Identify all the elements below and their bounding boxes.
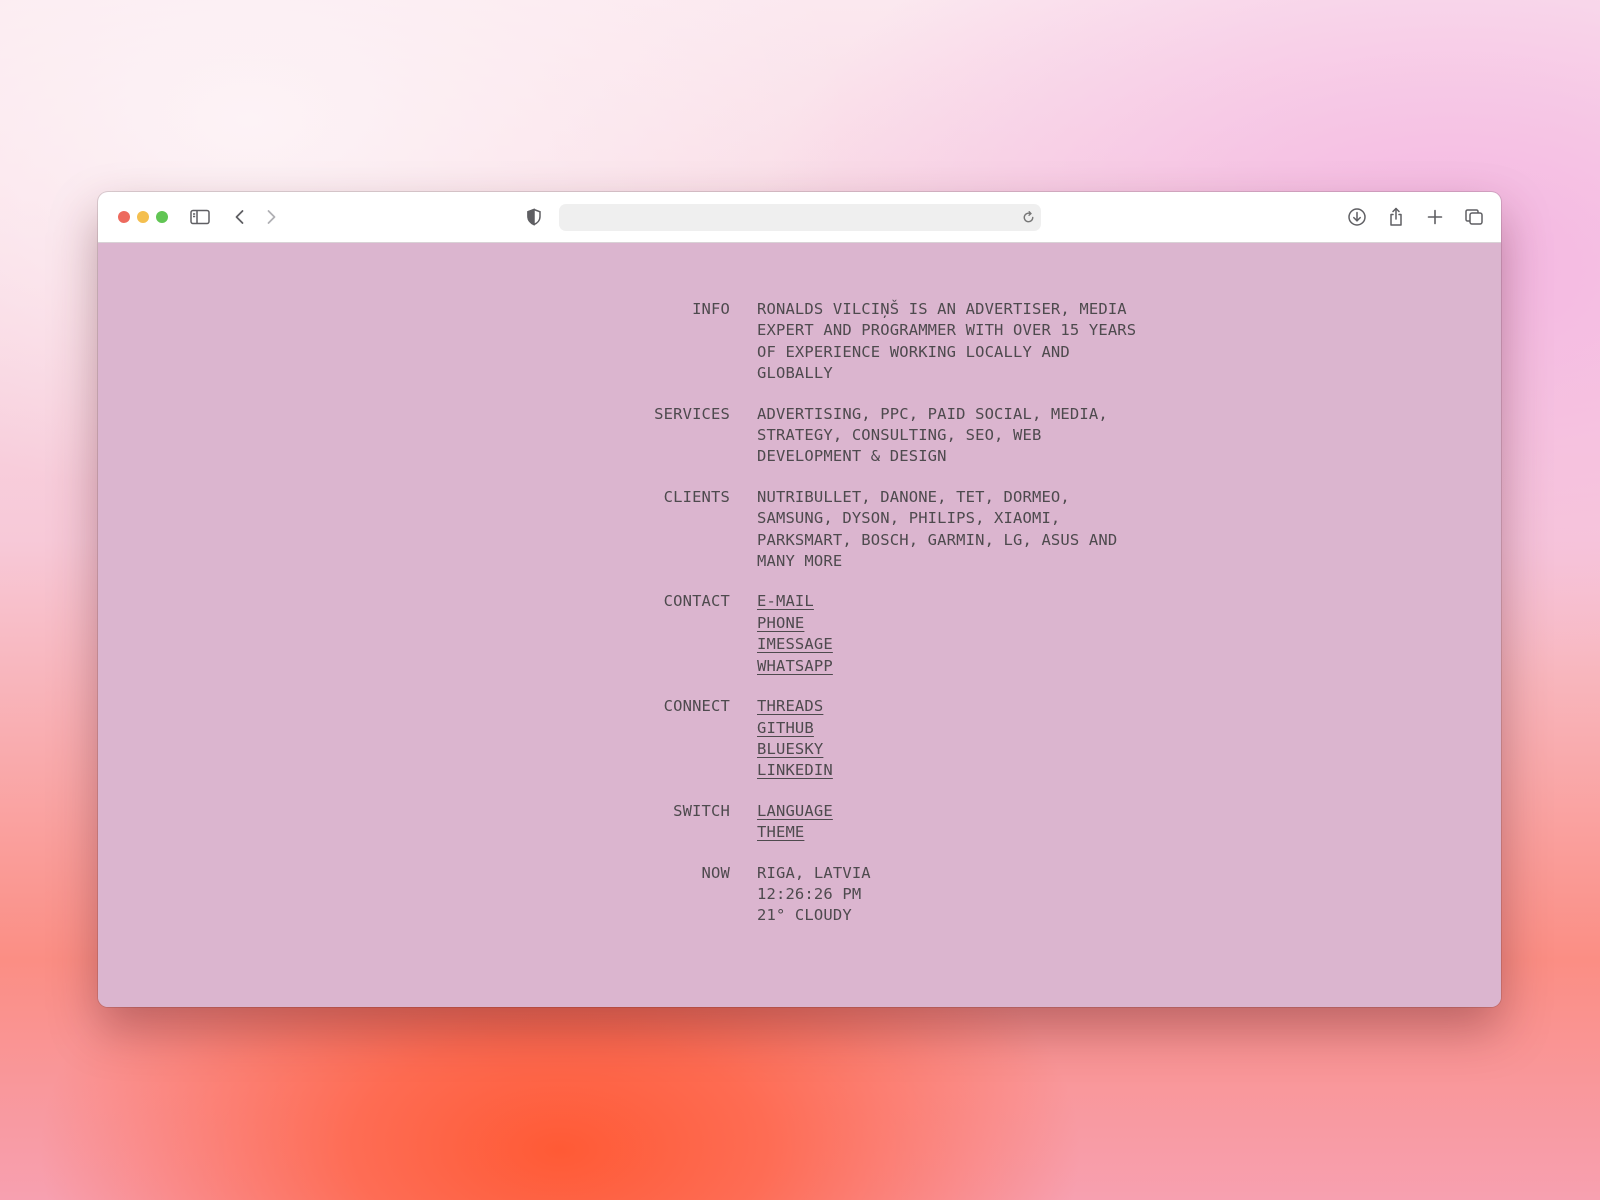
info-line: OF EXPERIENCE WORKING LOCALLY AND	[757, 342, 1070, 361]
clients-section: CLIENTS NUTRIBULLET, DANONE, TET, DORMEO…	[538, 487, 1118, 573]
whatsapp-link[interactable]: WHATSAPP	[757, 656, 833, 677]
privacy-shield-icon[interactable]	[522, 205, 546, 229]
services-line: ADVERTISING, PPC, PAID SOCIAL, MEDIA,	[757, 404, 1108, 423]
phone-link[interactable]: PHONE	[757, 613, 804, 634]
profile-sections: INFO RONALDS VILCIŅŠ IS AN ADVERTISER, M…	[538, 299, 1136, 946]
info-text: RONALDS VILCIŅŠ IS AN ADVERTISER, MEDIA …	[730, 299, 1136, 385]
share-icon[interactable]	[1384, 205, 1408, 229]
now-section: NOW RIGA, LATVIA 12:26:26 PM 21° CLOUDY	[538, 863, 1098, 927]
email-link[interactable]: E-MAIL	[757, 591, 814, 612]
minimize-window-button[interactable]	[137, 211, 149, 223]
weather-text: 21° CLOUDY	[757, 906, 852, 925]
clients-label: CLIENTS	[663, 487, 730, 506]
services-section: SERVICES ADVERTISING, PPC, PAID SOCIAL, …	[538, 404, 1108, 468]
info-line: EXPERT AND PROGRAMMER WITH OVER 15 YEARS	[757, 321, 1137, 340]
location-text: RIGA, LATVIA	[757, 863, 871, 882]
connect-links: THREADS GITHUB BLUESKY LINKEDIN	[730, 696, 1098, 782]
address-bar[interactable]	[559, 204, 1041, 231]
back-icon[interactable]	[228, 205, 252, 229]
clients-line: PARKSMART, BOSCH, GARMIN, LG, ASUS AND	[757, 530, 1118, 549]
connect-section: CONNECT THREADS GITHUB BLUESKY LINKEDIN	[538, 696, 1098, 782]
services-label: SERVICES	[654, 404, 730, 423]
forward-icon[interactable]	[259, 205, 283, 229]
page-content: INFO RONALDS VILCIŅŠ IS AN ADVERTISER, M…	[98, 243, 1501, 1007]
maximize-window-button[interactable]	[156, 211, 168, 223]
browser-window: INFO RONALDS VILCIŅŠ IS AN ADVERTISER, M…	[98, 192, 1501, 1007]
clients-text: NUTRIBULLET, DANONE, TET, DORMEO, SAMSUN…	[730, 487, 1117, 573]
linkedin-link[interactable]: LINKEDIN	[757, 760, 833, 781]
connect-label: CONNECT	[663, 697, 730, 716]
clients-line: SAMSUNG, DYSON, PHILIPS, XIAOMI,	[757, 509, 1061, 528]
contact-label: CONTACT	[663, 592, 730, 611]
clients-line: NUTRIBULLET, DANONE, TET, DORMEO,	[757, 487, 1070, 506]
contact-links: E-MAIL PHONE IMESSAGE WHATSAPP	[730, 591, 1098, 677]
reload-icon[interactable]	[1020, 209, 1037, 226]
sidebar-icon[interactable]	[188, 205, 212, 229]
now-label: NOW	[701, 863, 730, 882]
new-tab-icon[interactable]	[1423, 205, 1447, 229]
info-section: INFO RONALDS VILCIŅŠ IS AN ADVERTISER, M…	[538, 299, 1136, 385]
info-line: GLOBALLY	[757, 364, 833, 383]
clients-line: MANY MORE	[757, 552, 843, 571]
download-icon[interactable]	[1345, 205, 1369, 229]
imessage-link[interactable]: IMESSAGE	[757, 634, 833, 655]
language-link[interactable]: LANGUAGE	[757, 801, 833, 822]
close-window-button[interactable]	[118, 211, 130, 223]
switch-label: SWITCH	[673, 801, 730, 820]
tab-overview-icon[interactable]	[1462, 205, 1486, 229]
services-text: ADVERTISING, PPC, PAID SOCIAL, MEDIA, ST…	[730, 404, 1108, 468]
info-line: RONALDS VILCIŅŠ IS AN ADVERTISER, MEDIA	[757, 300, 1127, 318]
time-text: 12:26:26 PM	[757, 884, 862, 903]
now-info: RIGA, LATVIA 12:26:26 PM 21° CLOUDY	[730, 863, 1098, 927]
github-link[interactable]: GITHUB	[757, 718, 814, 739]
switch-section: SWITCH LANGUAGE THEME	[538, 801, 1098, 844]
threads-link[interactable]: THREADS	[757, 696, 823, 717]
services-line: DEVELOPMENT & DESIGN	[757, 447, 947, 466]
services-line: STRATEGY, CONSULTING, SEO, WEB	[757, 426, 1042, 445]
browser-toolbar	[98, 192, 1501, 243]
bluesky-link[interactable]: BLUESKY	[757, 739, 823, 760]
info-label: INFO	[692, 300, 730, 318]
contact-section: CONTACT E-MAIL PHONE IMESSAGE WHATSAPP	[538, 591, 1098, 677]
theme-link[interactable]: THEME	[757, 822, 804, 843]
switch-links: LANGUAGE THEME	[730, 801, 1098, 844]
